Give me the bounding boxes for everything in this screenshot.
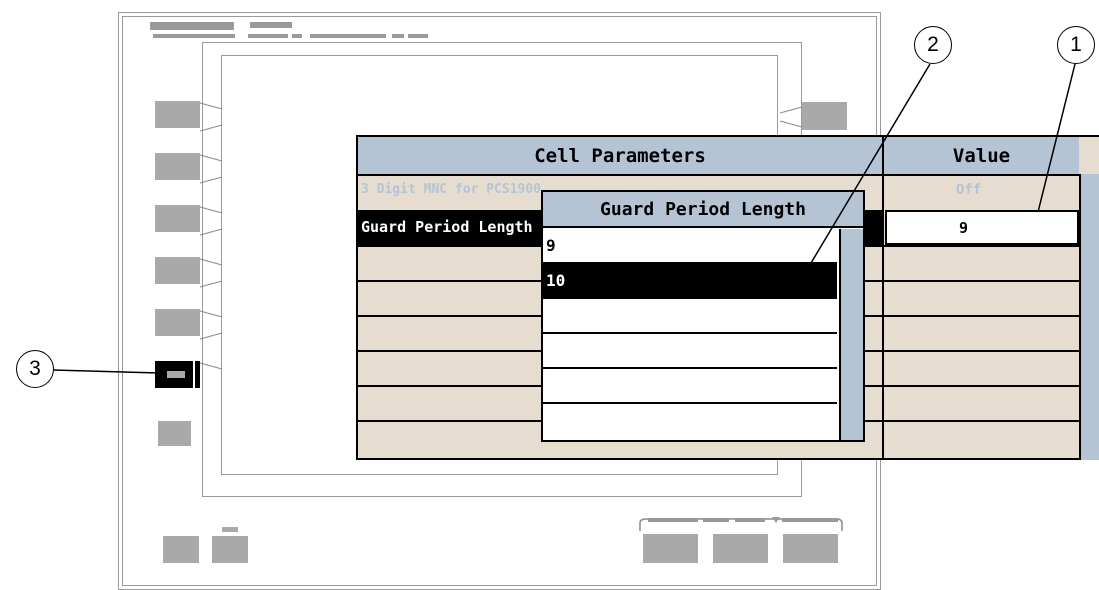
callout-1: 1 [1057, 26, 1095, 64]
callout-leader-lines [52, 63, 1076, 374]
callout-3: 3 [16, 350, 54, 388]
callout-2: 2 [914, 26, 952, 64]
